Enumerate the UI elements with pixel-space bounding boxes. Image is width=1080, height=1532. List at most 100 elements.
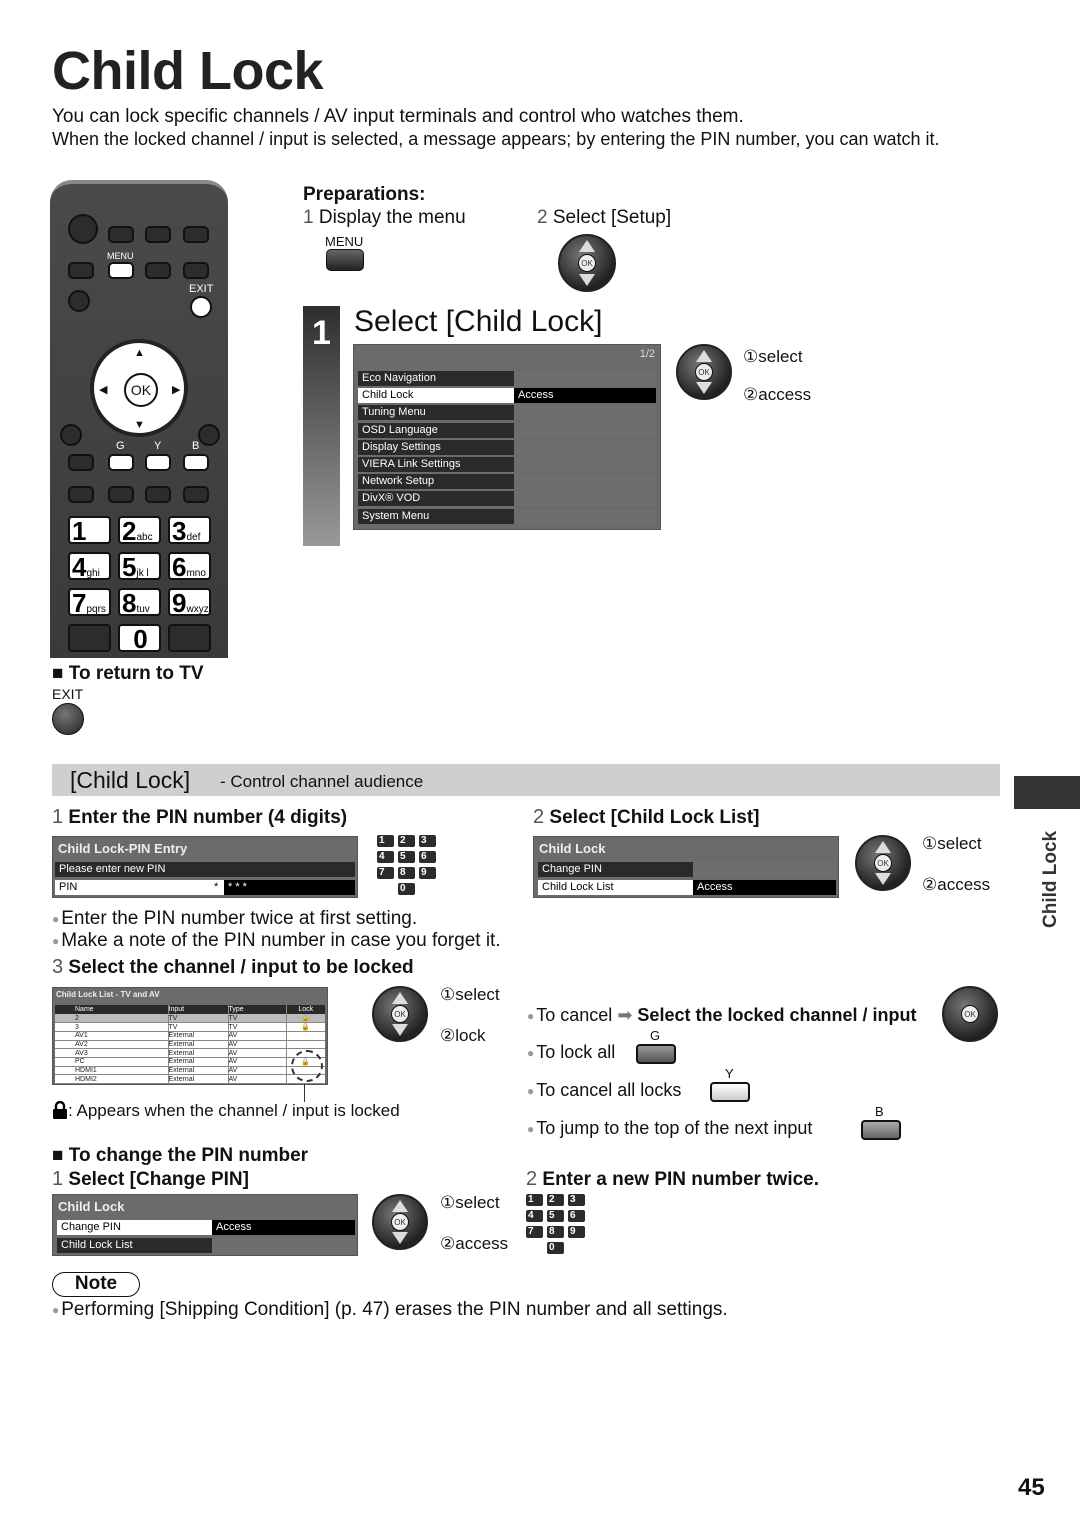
num-key-6[interactable]: 6mno xyxy=(168,552,211,580)
step-number: 1 xyxy=(52,1168,64,1190)
num-key-1[interactable]: 1 xyxy=(68,516,111,544)
lock-icon: 🔒 xyxy=(285,1022,325,1032)
table-row[interactable]: HDMI1 External AV xyxy=(55,1066,325,1075)
menu-item[interactable]: Tuning Menu xyxy=(358,405,514,421)
num-key-9[interactable]: 9wxyz xyxy=(168,588,211,616)
num-key-8[interactable]: 8tuv xyxy=(118,588,161,616)
lock-icon: 🔒 xyxy=(285,1014,325,1023)
tip-lock-all: ● To lock all xyxy=(527,1042,616,1062)
menu-item-value-empty xyxy=(693,862,836,877)
exit-button[interactable] xyxy=(190,296,212,318)
menu-item[interactable]: VIERA Link Settings xyxy=(358,457,514,472)
num-key-5[interactable]: 5jk l xyxy=(118,552,161,580)
remote-button[interactable] xyxy=(183,486,209,503)
remote-button[interactable] xyxy=(168,624,211,652)
num-key-3[interactable]: 3def xyxy=(168,516,211,544)
mini-key-4: 4 xyxy=(526,1210,543,1222)
remote-button[interactable] xyxy=(60,424,82,446)
menu-title: Child Lock xyxy=(539,841,606,856)
left-arrow-icon[interactable]: ◀ xyxy=(99,383,107,396)
num-key-2[interactable]: 2abc xyxy=(118,516,161,544)
nav-pad-icon: OK xyxy=(942,986,998,1042)
blue-button[interactable] xyxy=(183,454,209,471)
mini-key-0: 0 xyxy=(398,883,415,895)
mini-key-9: 9 xyxy=(419,867,436,879)
note-text: Enter the PIN number twice at first sett… xyxy=(61,908,418,929)
table-row[interactable]: AV3 External AV xyxy=(55,1048,325,1058)
menu-item[interactable]: Eco Navigation xyxy=(358,371,514,386)
menu-item-value-empty xyxy=(212,1238,355,1253)
remote-button[interactable] xyxy=(68,290,90,312)
step-text: Enter the PIN number (4 digits) xyxy=(68,807,348,828)
blue-button-icon xyxy=(861,1120,901,1140)
ok-button[interactable]: OK xyxy=(124,373,158,407)
pin-first-digit[interactable]: * xyxy=(212,880,224,895)
g-key-label: G xyxy=(116,440,125,452)
menu-item-value[interactable]: Access xyxy=(514,388,656,404)
menu-item[interactable]: Change PIN xyxy=(538,862,693,877)
menu-item[interactable]: System Menu xyxy=(358,508,514,524)
remote-button[interactable] xyxy=(108,486,134,503)
remote-button[interactable] xyxy=(108,226,134,243)
remote-button[interactable] xyxy=(68,262,94,279)
menu-item[interactable]: Change PIN xyxy=(57,1220,212,1235)
down-arrow-icon[interactable]: ▼ xyxy=(134,419,145,431)
power-button[interactable] xyxy=(68,214,98,244)
table-row[interactable]: 3 TV TV 🔒 xyxy=(55,1022,325,1032)
mini-key-5: 5 xyxy=(547,1210,564,1222)
pin-prompt-value xyxy=(212,862,355,877)
step-text: Select [Change PIN] xyxy=(68,1169,249,1190)
menu-item[interactable]: Network Setup xyxy=(358,474,514,490)
remote-button[interactable] xyxy=(145,486,171,503)
menu-item-value[interactable]: Access xyxy=(212,1220,355,1235)
menu-item[interactable]: Child Lock List xyxy=(57,1238,212,1253)
table-row[interactable]: HDMI2 External AV xyxy=(55,1074,325,1084)
table-row[interactable]: AV2 External AV xyxy=(55,1040,325,1049)
remote-button[interactable] xyxy=(183,262,209,279)
menu-key-label: MENU xyxy=(325,234,364,249)
up-arrow-icon[interactable]: ▲ xyxy=(134,347,145,359)
remote-button[interactable] xyxy=(183,226,209,243)
table-row[interactable]: PC External AV 🔒 xyxy=(55,1057,325,1067)
select-instruction: ①select xyxy=(922,834,982,853)
num-key-0[interactable]: 0 xyxy=(118,624,161,652)
menu-item-value[interactable]: Access xyxy=(693,880,836,895)
cell-name: 2 xyxy=(75,1014,79,1022)
remote-button[interactable] xyxy=(198,424,220,446)
select-instruction: ①select xyxy=(440,985,500,1004)
step-heading: Select [Child Lock] xyxy=(354,305,603,338)
remote-button[interactable] xyxy=(68,624,111,652)
menu-item[interactable]: Display Settings xyxy=(358,439,514,455)
dpad[interactable]: ▲ ▼ ◀ ▶ OK xyxy=(90,339,188,437)
cell-name: AV1 xyxy=(75,1032,88,1040)
yellow-button[interactable] xyxy=(145,454,171,471)
section-subtitle: - Control channel audience xyxy=(220,772,424,791)
note-text: Make a note of the PIN number in case yo… xyxy=(61,930,501,951)
menu-item-value-empty xyxy=(514,405,656,421)
step-bar: 1 xyxy=(303,306,340,546)
step-text: Display the menu xyxy=(318,207,466,228)
cell-input: TV xyxy=(167,1014,228,1023)
right-arrow-icon[interactable]: ▶ xyxy=(172,383,180,396)
menu-item[interactable]: Child Lock xyxy=(358,388,514,404)
remote-button[interactable] xyxy=(68,486,94,503)
menu-item[interactable]: DivX® VOD xyxy=(358,491,514,507)
red-button[interactable] xyxy=(68,454,94,471)
b-key-label: B xyxy=(192,440,200,452)
change-pin-heading: ■ To change the PIN number xyxy=(52,1145,309,1166)
menu-item[interactable]: OSD Language xyxy=(358,422,514,438)
num-key-4[interactable]: 4ghi xyxy=(68,552,111,580)
table-row[interactable]: 2 TV TV 🔒 xyxy=(55,1014,325,1023)
menu-button[interactable] xyxy=(108,262,134,279)
table-row[interactable]: AV1 External AV xyxy=(55,1031,325,1041)
num-key-7[interactable]: 7pqrs xyxy=(68,588,111,616)
menu-item[interactable]: Child Lock List xyxy=(538,880,693,895)
remote-button[interactable] xyxy=(145,226,171,243)
remote-button[interactable] xyxy=(145,262,171,279)
green-button[interactable] xyxy=(108,454,134,471)
pin-input[interactable]: * * * xyxy=(224,880,355,895)
digit: 7 xyxy=(72,588,87,618)
channel-step-heading: 3 Select the channel / input to be locke… xyxy=(52,956,414,979)
digit: 3 xyxy=(172,516,187,546)
return-to-tv-heading: ■ To return to TV xyxy=(52,663,204,684)
